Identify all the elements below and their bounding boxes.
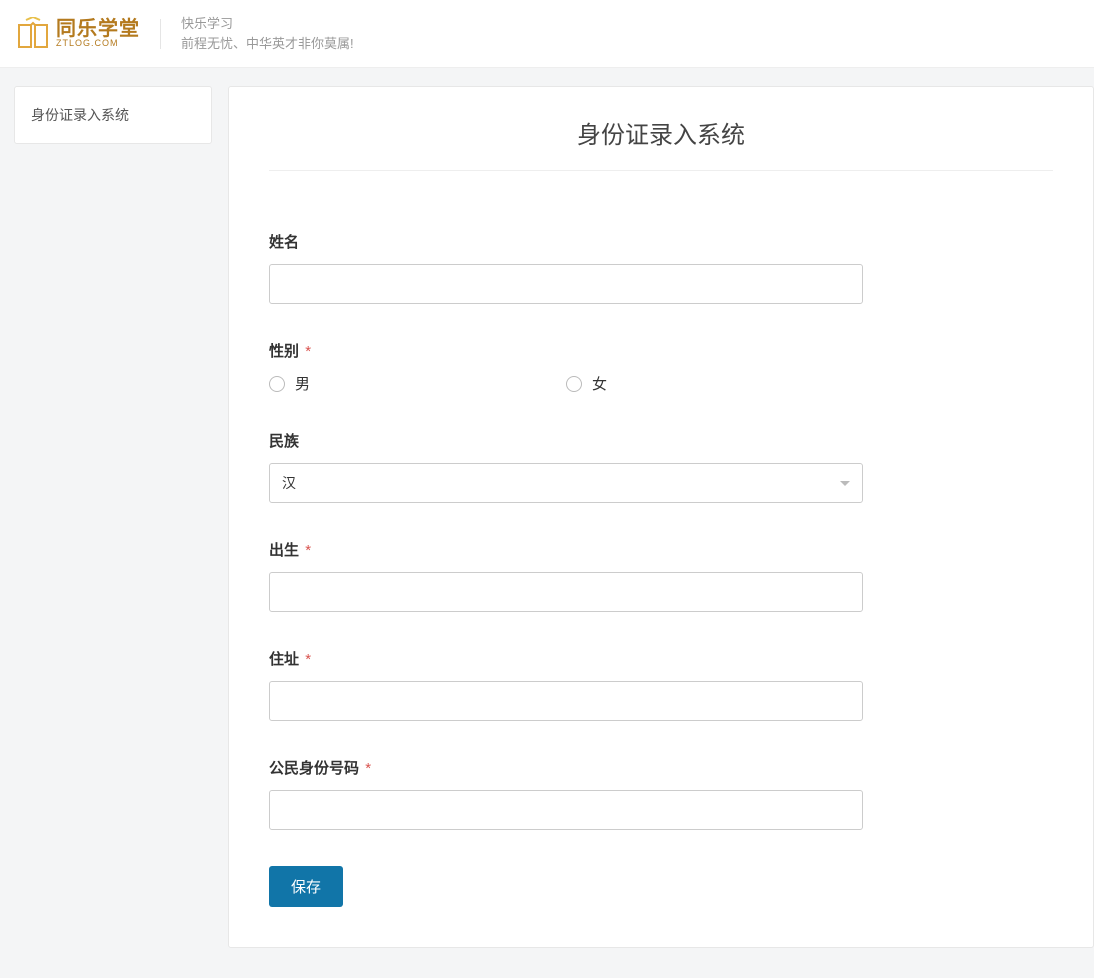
page-title: 身份证录入系统: [269, 115, 1053, 171]
field-name: 姓名: [269, 231, 1053, 304]
field-address: 住址 *: [269, 648, 1053, 721]
input-id-number[interactable]: [269, 790, 863, 830]
label-id-number: 公民身份号码 *: [269, 757, 1053, 778]
sidebar-item-label: 身份证录入系统: [31, 107, 129, 123]
field-ethnicity: 民族 汉: [269, 430, 1053, 503]
header: 同乐学堂 ZTLOG.COM 快乐学习 前程无忧、中华英才非你莫属!: [0, 0, 1094, 68]
label-birth: 出生 *: [269, 539, 1053, 560]
header-divider: [160, 19, 161, 49]
input-birth[interactable]: [269, 572, 863, 612]
field-gender: 性别 * 男 女: [269, 340, 1053, 394]
radio-icon: [269, 376, 285, 392]
label-gender: 性别 *: [269, 340, 1053, 361]
select-ethnicity[interactable]: 汉: [269, 463, 863, 503]
radio-male[interactable]: 男: [269, 373, 566, 394]
input-name[interactable]: [269, 264, 863, 304]
save-button[interactable]: 保存: [269, 866, 343, 907]
radio-female-label: 女: [592, 373, 607, 394]
label-name: 姓名: [269, 231, 1053, 252]
radio-male-label: 男: [295, 373, 310, 394]
logo-text-en: ZTLOG.COM: [56, 39, 140, 48]
main-panel: 身份证录入系统 姓名 性别 * 男 女 民族: [228, 86, 1094, 948]
logo-text-cn: 同乐学堂: [56, 19, 140, 39]
radio-female[interactable]: 女: [566, 373, 863, 394]
sidebar-item-id-entry[interactable]: 身份证录入系统: [14, 86, 212, 144]
book-icon: [16, 17, 50, 51]
tagline: 快乐学习 前程无忧、中华英才非你莫属!: [181, 14, 354, 53]
label-ethnicity: 民族: [269, 430, 1053, 451]
field-id-number: 公民身份号码 *: [269, 757, 1053, 830]
chevron-down-icon: [840, 481, 850, 486]
logo[interactable]: 同乐学堂 ZTLOG.COM: [16, 17, 140, 51]
tagline-line-2: 前程无忧、中华英才非你莫属!: [181, 34, 354, 54]
radio-icon: [566, 376, 582, 392]
label-address: 住址 *: [269, 648, 1053, 669]
sidebar: 身份证录入系统: [14, 86, 212, 948]
tagline-line-1: 快乐学习: [181, 14, 354, 34]
select-ethnicity-value: 汉: [282, 473, 296, 493]
field-birth: 出生 *: [269, 539, 1053, 612]
input-address[interactable]: [269, 681, 863, 721]
